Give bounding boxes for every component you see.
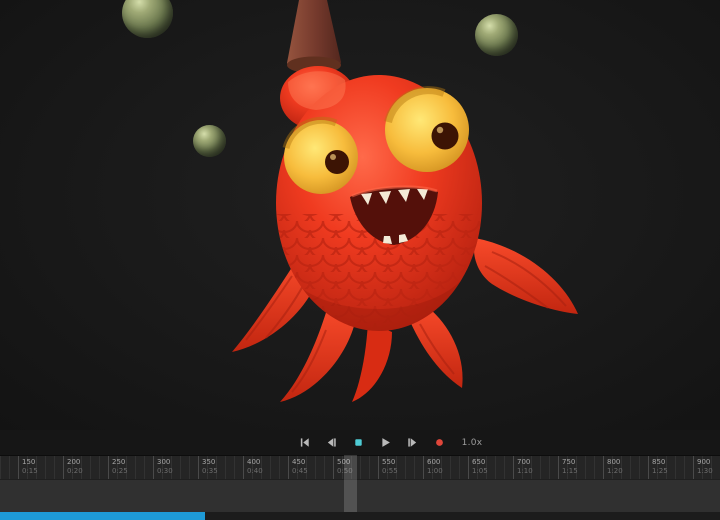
playback-speed[interactable]: 1.0x	[462, 438, 483, 448]
play-button[interactable]	[379, 436, 393, 450]
play-icon	[380, 437, 391, 448]
goldfish-character[interactable]	[180, 0, 580, 430]
timeline-tick: 4500:45	[288, 456, 308, 479]
stop-icon	[353, 437, 364, 448]
record-icon	[434, 437, 445, 448]
timeline-tick: 4000:40	[243, 456, 263, 479]
timeline-ruler[interactable]: 1500:15 2000:20 2500:25 3000:30 3500:35 4000:…	[0, 455, 720, 480]
timeline-tick: 7501:15	[558, 456, 578, 479]
viewport-canvas[interactable]	[0, 0, 720, 430]
step-backward-icon	[326, 437, 337, 448]
timeline-tick: 2500:25	[108, 456, 128, 479]
timeline-track-area[interactable]	[0, 480, 720, 512]
timeline-tick: 8501:25	[648, 456, 668, 479]
timeline-tick: 9001:30	[693, 456, 713, 479]
timeline-tick: 3500:35	[198, 456, 218, 479]
timeline-tick: 5500:55	[378, 456, 398, 479]
timeline-tick: 8001:20	[603, 456, 623, 479]
skip-to-start-icon	[299, 437, 310, 448]
timeline-tick: 6001:00	[423, 456, 443, 479]
step-forward-icon	[407, 437, 418, 448]
transport-bar: 1.0x	[0, 430, 720, 455]
transport-buttons	[298, 436, 447, 450]
playhead[interactable]	[344, 455, 357, 512]
left-eye	[284, 120, 358, 194]
scrollbar-thumb[interactable]	[0, 512, 205, 520]
step-forward-button[interactable]	[406, 436, 420, 450]
record-button[interactable]	[433, 436, 447, 450]
timeline-tick: 1500:15	[18, 456, 38, 479]
timeline-tick: 7001:10	[513, 456, 533, 479]
timeline-tick: 2000:20	[63, 456, 83, 479]
timeline-scrollbar[interactable]	[0, 512, 720, 520]
cone-hat	[287, 0, 341, 74]
skip-to-start-button[interactable]	[298, 436, 312, 450]
timeline-panel: 1500:15 2000:20 2500:25 3000:30 3500:35 4000:…	[0, 455, 720, 512]
right-eye	[385, 88, 469, 172]
timeline-tick: 6501:05	[468, 456, 488, 479]
step-backward-button[interactable]	[325, 436, 339, 450]
animation-editor-window: 1.0x 1500:15 2000:20 2500:25 3000:30 3500:35…	[0, 0, 720, 520]
timeline-tick: 3000:30	[153, 456, 173, 479]
bubble-top-left	[122, 0, 173, 38]
stop-button[interactable]	[352, 436, 366, 450]
